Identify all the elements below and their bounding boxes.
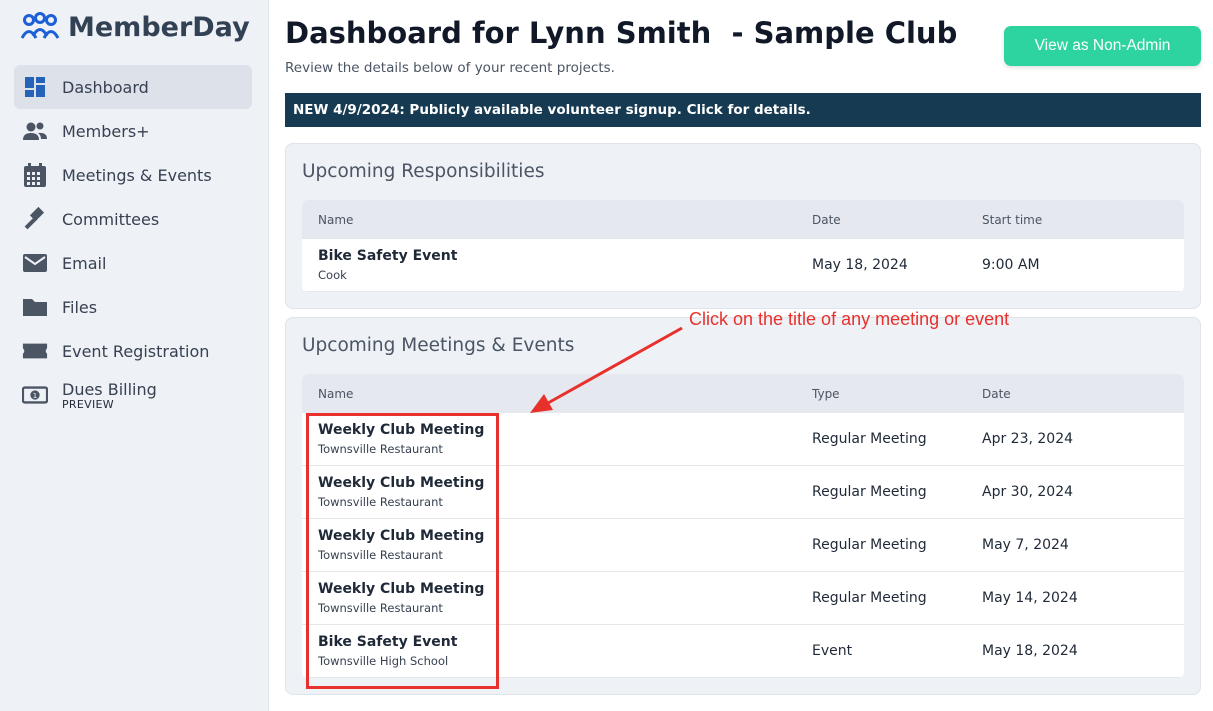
row-name-cell: Bike Safety Event Townsville High School — [302, 634, 812, 668]
row-date: Apr 30, 2024 — [982, 484, 1074, 500]
meetings-card: Upcoming Meetings & Events Name Type Dat… — [285, 317, 1201, 695]
row-type: Regular Meeting — [812, 431, 927, 447]
meeting-location: Townsville Restaurant — [318, 601, 443, 615]
sidebar: MemberDay Dashboard Members+ Meetings & … — [0, 0, 269, 711]
sidebar-item-label: Committees — [62, 209, 160, 229]
row-date: Apr 23, 2024 — [982, 431, 1074, 447]
meetings-table: Name Type Date Weekly Club Meeting Towns… — [302, 374, 1184, 678]
column-header-name: Name — [318, 386, 354, 401]
card-title: Upcoming Meetings & Events — [302, 335, 575, 356]
row-name-cell: Weekly Club Meeting Townsville Restauran… — [302, 581, 812, 615]
sidebar-item-label: Dues Billing — [62, 379, 157, 399]
table-row: Weekly Club Meeting Townsville Restauran… — [302, 413, 1184, 466]
table-row: Weekly Club Meeting Townsville Restauran… — [302, 519, 1184, 572]
row-date: May 14, 2024 — [982, 590, 1078, 606]
card-title: Upcoming Responsibilities — [302, 161, 545, 182]
meeting-title-link[interactable]: Weekly Club Meeting — [318, 475, 812, 491]
row-date: May 18, 2024 — [982, 643, 1078, 659]
column-header-start-time: Start time — [982, 212, 1043, 227]
sidebar-item-dues-billing[interactable]: 1 Dues Billing PREVIEW — [14, 373, 252, 417]
meeting-location: Townsville Restaurant — [318, 495, 443, 509]
ticket-icon — [22, 338, 48, 364]
members-icon — [22, 118, 48, 144]
svg-text:1: 1 — [33, 391, 38, 400]
meeting-title-link[interactable]: Weekly Club Meeting — [318, 422, 812, 438]
row-type: Event — [812, 643, 853, 659]
meeting-title-link[interactable]: Bike Safety Event — [318, 634, 812, 650]
dashboard-icon — [22, 74, 48, 100]
sidebar-item-label: Event Registration — [62, 341, 210, 361]
column-header-date: Date — [812, 212, 841, 227]
annotation-callout-text: Click on the title of any meeting or eve… — [689, 309, 1010, 329]
column-header-date: Date — [982, 386, 1011, 401]
sidebar-item-meetings-events[interactable]: Meetings & Events — [14, 153, 252, 197]
responsibilities-card: Upcoming Responsibilities Name Date Star… — [285, 143, 1201, 309]
sidebar-item-label: Meetings & Events — [62, 165, 212, 185]
sidebar-nav: Dashboard Members+ Meetings & Events Com… — [14, 65, 252, 417]
row-type: Regular Meeting — [812, 537, 927, 553]
sidebar-item-files[interactable]: Files — [14, 285, 252, 329]
row-name-cell: Weekly Club Meeting Townsville Restauran… — [302, 422, 812, 456]
folder-icon — [22, 294, 48, 320]
row-date: May 7, 2024 — [982, 537, 1069, 553]
responsibilities-table: Name Date Start time Bike Safety Event C… — [302, 200, 1184, 292]
money-icon: 1 — [22, 382, 48, 408]
meeting-location: Townsville Restaurant — [318, 548, 443, 562]
table-row: Weekly Club Meeting Townsville Restauran… — [302, 466, 1184, 519]
sidebar-item-label: Email — [62, 253, 107, 273]
meeting-location: Townsville High School — [318, 654, 449, 668]
column-header-type: Type — [812, 386, 840, 401]
gavel-icon — [22, 206, 48, 232]
responsibility-title-link[interactable]: Bike Safety Event — [318, 248, 812, 264]
table-row: Bike Safety Event Cook May 18, 2024 9:00… — [302, 239, 1184, 292]
logo-people-icon — [20, 12, 60, 39]
page-subtitle: Review the details below of your recent … — [285, 60, 615, 76]
sidebar-item-label: Files — [62, 297, 98, 317]
table-header: Name Date Start time — [302, 200, 1184, 239]
meeting-title-link[interactable]: Weekly Club Meeting — [318, 581, 812, 597]
sidebar-item-label: Members+ — [62, 121, 150, 141]
logo-text: MemberDay — [68, 11, 250, 43]
sidebar-item-label-wrap: Dues Billing PREVIEW — [62, 380, 157, 411]
app-logo[interactable]: MemberDay — [20, 10, 250, 44]
meeting-location: Townsville Restaurant — [318, 442, 443, 456]
sidebar-item-email[interactable]: Email — [14, 241, 252, 285]
row-type: Regular Meeting — [812, 590, 927, 606]
sidebar-item-event-registration[interactable]: Event Registration — [14, 329, 252, 373]
table-row: Weekly Club Meeting Townsville Restauran… — [302, 572, 1184, 625]
table-row: Bike Safety Event Townsville High School… — [302, 625, 1184, 678]
sidebar-item-members[interactable]: Members+ — [14, 109, 252, 153]
table-header: Name Type Date — [302, 374, 1184, 413]
responsibility-role: Cook — [318, 268, 347, 282]
row-type: Regular Meeting — [812, 484, 927, 500]
row-date: May 18, 2024 — [812, 257, 908, 273]
meeting-title-link[interactable]: Weekly Club Meeting — [318, 528, 812, 544]
row-name-cell: Bike Safety Event Cook — [302, 248, 812, 282]
view-as-non-admin-button[interactable]: View as Non-Admin — [1004, 26, 1201, 66]
email-icon — [22, 250, 48, 276]
sidebar-item-label: Dashboard — [62, 77, 149, 97]
sidebar-item-committees[interactable]: Committees — [14, 197, 252, 241]
preview-badge: PREVIEW — [62, 397, 114, 411]
calendar-icon — [22, 162, 48, 188]
row-name-cell: Weekly Club Meeting Townsville Restauran… — [302, 528, 812, 562]
sidebar-item-dashboard[interactable]: Dashboard — [14, 65, 252, 109]
page-title: Dashboard for Lynn Smith - Sample Club — [285, 16, 958, 50]
row-start-time: 9:00 AM — [982, 257, 1040, 273]
announcement-banner[interactable]: NEW 4/9/2024: Publicly available volunte… — [285, 93, 1201, 127]
column-header-name: Name — [318, 212, 354, 227]
row-name-cell: Weekly Club Meeting Townsville Restauran… — [302, 475, 812, 509]
